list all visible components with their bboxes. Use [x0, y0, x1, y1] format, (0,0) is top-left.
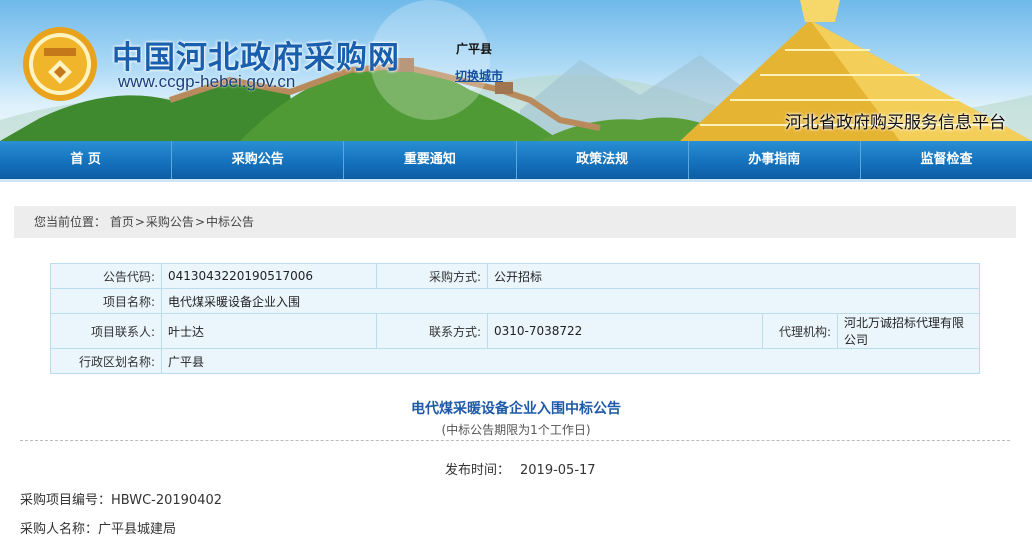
- phone-label: 联系方式:: [376, 313, 488, 349]
- project-number: 采购项目编号：HBWC-20190402: [20, 493, 223, 508]
- breadcrumb-home[interactable]: 首页: [110, 215, 134, 229]
- nav-policies[interactable]: 政策法规: [517, 141, 689, 179]
- platform-title: 河北省政府购买服务信息平台: [785, 113, 1006, 133]
- notice-title: 电代煤采暖设备企业入围中标公告: [411, 401, 621, 417]
- agency-label: 代理机构:: [762, 313, 838, 349]
- agency-value: 河北万诚招标代理有限公司: [837, 313, 980, 349]
- emblem-logo-icon: [23, 27, 97, 101]
- contact-label: 项目联系人:: [50, 313, 162, 349]
- table-row: 项目联系人: 叶士达 联系方式: 0310-7038722 代理机构: 河北万诚…: [50, 313, 980, 349]
- nav-guide[interactable]: 办事指南: [689, 141, 861, 179]
- phone-value: 0310-7038722: [487, 313, 763, 349]
- contact-value: 叶士达: [161, 313, 377, 349]
- breadcrumb-award-notice[interactable]: 中标公告: [206, 215, 254, 229]
- nav-procurement-notices[interactable]: 采购公告: [172, 141, 345, 179]
- breadcrumb-label: 您当前位置：: [34, 215, 107, 229]
- table-row: 行政区划名称: 广平县: [50, 348, 980, 374]
- breadcrumb: 您当前位置： 首页>采购公告>中标公告: [14, 206, 1016, 238]
- nav-important-notices[interactable]: 重要通知: [344, 141, 517, 179]
- nav-home[interactable]: 首 页: [0, 141, 173, 179]
- code-label: 公告代码:: [50, 263, 162, 289]
- project-label: 项目名称:: [50, 288, 162, 314]
- main-nav: 首 页 采购公告 重要通知 政策法规 办事指南 监督检查: [0, 141, 1032, 182]
- project-value: 电代煤采暖设备企业入围: [161, 288, 980, 314]
- region-label: 行政区划名称:: [50, 348, 162, 374]
- table-row: 项目名称: 电代煤采暖设备企业入围: [50, 288, 980, 314]
- site-banner: 中国河北政府采购网 www.ccgp-hebei.gov.cn 广平县 切换城市…: [0, 0, 1032, 141]
- publish-date: 2019-05-17: [520, 463, 596, 478]
- publish-time-label: 发布时间：: [445, 463, 511, 478]
- code-value: 0413043220190517006: [161, 263, 377, 289]
- publish-time: 发布时间： 2019-05-17: [445, 459, 596, 478]
- divider: [20, 440, 1010, 441]
- site-url: www.ccgp-hebei.gov.cn: [118, 72, 296, 91]
- region-value: 广平县: [161, 348, 980, 374]
- purchaser-name: 采购人名称：广平县城建局: [20, 522, 177, 537]
- table-row: 公告代码: 0413043220190517006 采购方式: 公开招标: [50, 263, 980, 289]
- switch-city-link[interactable]: 切换城市: [455, 67, 503, 84]
- nav-supervision[interactable]: 监督检查: [861, 141, 1032, 179]
- notice-info-table: 公告代码: 0413043220190517006 采购方式: 公开招标 项目名…: [50, 263, 980, 374]
- breadcrumb-procurement[interactable]: 采购公告: [146, 215, 194, 229]
- current-city: 广平县: [456, 42, 493, 56]
- notice-subtitle: (中标公告期限为1个工作日): [441, 423, 591, 437]
- site-title: 中国河北政府采购网: [112, 40, 400, 76]
- method-value: 公开招标: [487, 263, 980, 289]
- method-label: 采购方式:: [376, 263, 488, 289]
